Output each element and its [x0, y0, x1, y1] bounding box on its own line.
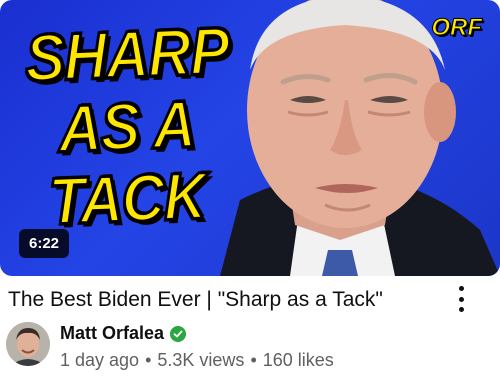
channel-name[interactable]: Matt Orfalea: [60, 323, 164, 344]
avatar-image: [6, 322, 50, 366]
verified-check-icon: [170, 325, 187, 342]
video-title[interactable]: The Best Biden Ever | "Sharp as a Tack": [8, 288, 383, 312]
channel-avatar[interactable]: [6, 322, 50, 366]
thumbnail-headline: SHARP AS A TACK: [22, 12, 232, 240]
video-thumbnail[interactable]: SHARP AS A TACK ORF 6:22: [0, 0, 500, 276]
view-count: 5.3K views: [157, 350, 245, 370]
vertical-ellipsis-icon[interactable]: [452, 286, 470, 312]
headline-line-1: SHARP: [23, 12, 231, 97]
headline-line-2: AS A: [56, 85, 197, 167]
channel-watermark-logo: ORF: [431, 14, 483, 42]
channel-name-row[interactable]: Matt Orfalea: [60, 323, 187, 344]
upload-age: 1 day ago: [60, 350, 140, 370]
headline-line-3: TACK: [46, 157, 208, 240]
video-duration-badge: 6:22: [19, 229, 70, 258]
like-count: 160 likes: [262, 350, 334, 370]
video-stats: 1 day ago • 5.3K views • 160 likes: [60, 350, 334, 370]
